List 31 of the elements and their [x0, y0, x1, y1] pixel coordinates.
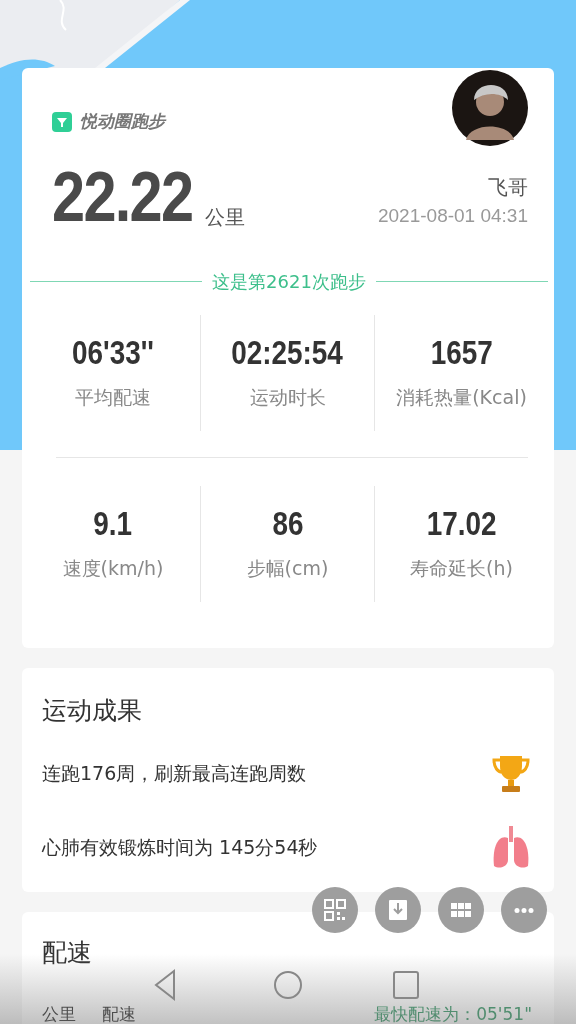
- fastest-pace: 最快配速为：05'51": [374, 1002, 532, 1024]
- stat-value: 86: [272, 505, 303, 540]
- stat-label: 步幅(cm): [246, 555, 329, 581]
- brand-name: 悦动圈跑步: [80, 110, 165, 134]
- trophy-icon: [492, 753, 530, 794]
- stat-value: 17.02: [426, 505, 497, 540]
- run-datetime: 2021-08-01 04:31: [378, 203, 528, 228]
- stat-label: 消耗热量(Kcal): [396, 384, 527, 410]
- section-title: 配速: [42, 937, 93, 969]
- run-count: 这是第2621次跑步: [212, 270, 366, 294]
- stat-value: 02:25:54: [231, 334, 344, 369]
- column-header: 配速: [102, 1002, 136, 1024]
- achievement-text: 心肺有效锻炼时间为 145分54秒: [42, 835, 318, 861]
- stat-value: 9.1: [93, 505, 133, 540]
- section-title: 运动成果: [42, 695, 143, 727]
- column-header: 公里: [42, 1002, 76, 1024]
- stat-label: 寿命延长(h): [410, 555, 513, 581]
- distance-value: 22.22: [52, 162, 193, 232]
- distance-unit: 公里: [205, 204, 246, 231]
- user-name: 飞哥: [488, 173, 528, 201]
- logo-icon: [52, 112, 72, 132]
- stat-label: 运动时长: [249, 384, 326, 410]
- achievement-text: 连跑176周，刷新最高连跑周数: [42, 761, 307, 787]
- stat-value: 06'33'': [72, 334, 154, 369]
- stat-value: 1657: [430, 334, 493, 369]
- download-icon: [387, 899, 409, 921]
- lungs-icon: [492, 825, 530, 870]
- more-icon: [513, 907, 535, 913]
- stat-label: 平均配速: [75, 384, 151, 410]
- qr-code-icon: [324, 899, 346, 921]
- stat-label: 速度(km/h): [62, 555, 164, 581]
